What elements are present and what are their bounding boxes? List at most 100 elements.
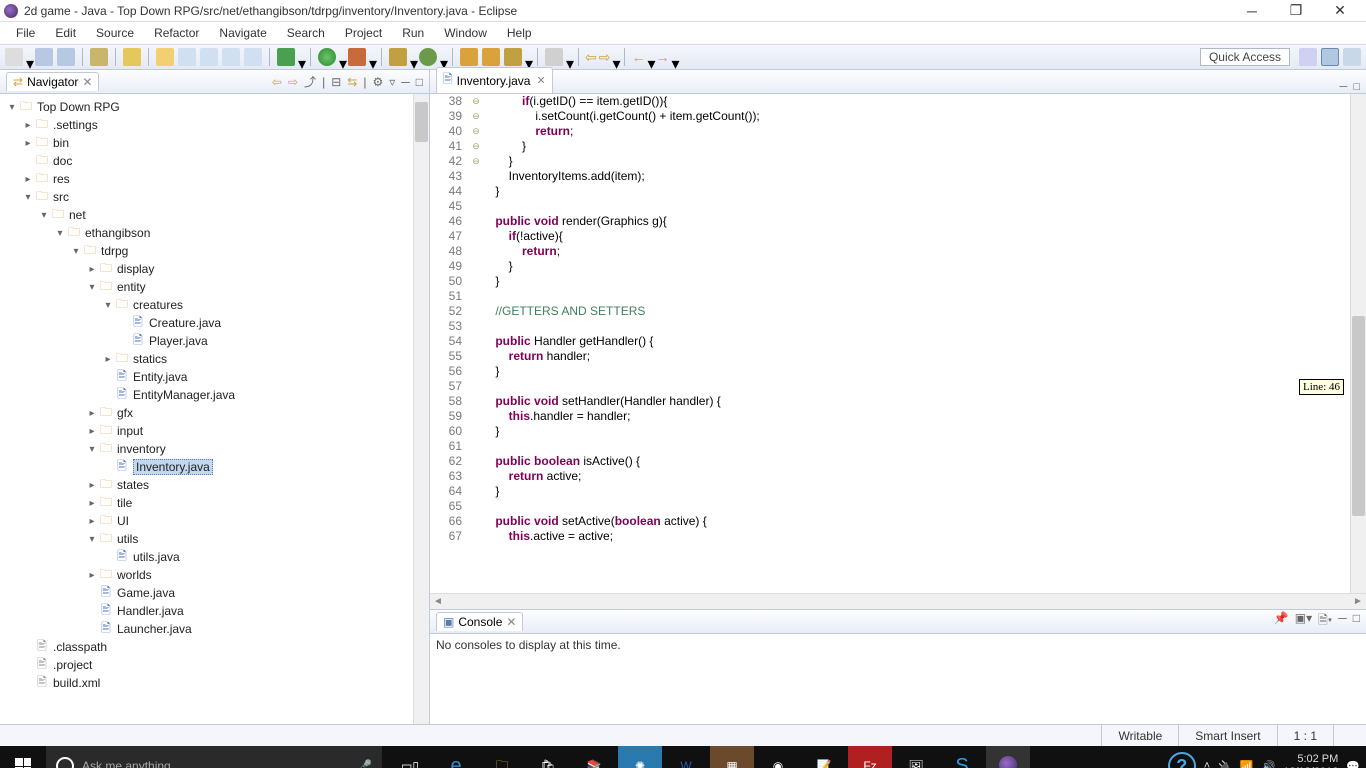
tree-player-java[interactable]: Player.java xyxy=(149,334,208,348)
edge-icon[interactable]: e xyxy=(434,746,478,768)
tree-gfx[interactable]: gfx xyxy=(117,406,133,420)
editor-min-icon[interactable]: ─ xyxy=(1340,81,1348,93)
ext-tools-icon[interactable] xyxy=(348,48,366,66)
menu-navigate[interactable]: Navigate xyxy=(209,26,276,40)
tree-project-file[interactable]: .project xyxy=(53,658,92,672)
filezilla-icon[interactable]: Fz xyxy=(848,746,892,768)
run-icon[interactable] xyxy=(318,48,336,66)
quick-access[interactable]: Quick Access xyxy=(1200,48,1290,66)
tree-inventory-java[interactable]: Inventory.java xyxy=(133,459,213,475)
tree-doc[interactable]: doc xyxy=(53,154,72,168)
tool-icon[interactable] xyxy=(90,48,108,66)
app2-icon[interactable]: 🖼 xyxy=(894,746,938,768)
editor-max-icon[interactable]: □ xyxy=(1353,81,1360,93)
editor-hscrollbar[interactable]: ◄► xyxy=(430,593,1366,609)
fold-margin[interactable]: ⊖ ⊖ ⊖ ⊖ ⊖ xyxy=(470,94,482,593)
menu-edit[interactable]: Edit xyxy=(45,26,86,40)
debug-perspective-icon[interactable] xyxy=(1343,48,1361,66)
menu-search[interactable]: Search xyxy=(277,26,335,40)
notepad-icon[interactable]: 📝 xyxy=(802,746,846,768)
search-icon[interactable] xyxy=(545,48,563,66)
tree-src[interactable]: src xyxy=(53,190,69,204)
tool2-icon[interactable] xyxy=(504,48,522,66)
close-button[interactable]: ✕ xyxy=(1318,0,1362,22)
filter-icon[interactable]: ⚙ xyxy=(372,75,383,89)
tray-wifi-icon[interactable]: 📶 xyxy=(1240,760,1254,768)
tree-worlds[interactable]: worlds xyxy=(117,568,152,582)
menu-icon[interactable]: ▿ xyxy=(389,75,395,89)
save-icon[interactable] xyxy=(35,48,53,66)
tree-project[interactable]: Top Down RPG xyxy=(37,100,120,114)
tree-states[interactable]: states xyxy=(117,478,149,492)
editor-tab-inventory[interactable]: 🖹 Inventory.java ✕ xyxy=(436,67,553,93)
tree-utils[interactable]: utils xyxy=(117,532,138,546)
tree-statics[interactable]: statics xyxy=(133,352,167,366)
mic-icon[interactable]: 🎤 xyxy=(357,759,372,768)
tree-scrollbar[interactable] xyxy=(413,94,429,724)
minecraft-icon[interactable]: ▦ xyxy=(710,746,754,768)
tray-up-icon[interactable]: ˄ xyxy=(1204,760,1210,768)
doc-icon[interactable] xyxy=(178,48,196,66)
debug-icon[interactable] xyxy=(277,48,295,66)
close-console-icon[interactable]: ✕ xyxy=(506,615,516,629)
tree-handler-java[interactable]: Handler.java xyxy=(117,604,184,618)
file-explorer-icon[interactable]: 🗀 xyxy=(480,746,524,768)
tree-bin[interactable]: bin xyxy=(53,136,69,150)
tree-entity-java[interactable]: Entity.java xyxy=(133,370,187,384)
folder1-icon[interactable] xyxy=(460,48,478,66)
tree-net[interactable]: net xyxy=(69,208,86,222)
tree-input[interactable]: input xyxy=(117,424,143,438)
collapse-icon[interactable]: ⊟ xyxy=(331,75,341,89)
console-display-icon[interactable]: ▣▾ xyxy=(1295,611,1312,632)
help-icon[interactable]: ? xyxy=(1168,752,1196,768)
link-icon[interactable]: ⇆ xyxy=(347,75,357,89)
navigator-tab[interactable]: ⇄ Navigator ✕ xyxy=(6,72,99,91)
tray-power-icon[interactable]: 🔌 xyxy=(1218,760,1232,768)
tree-tdrpg[interactable]: tdrpg xyxy=(101,244,128,258)
code-content[interactable]: if(i.getID() == item.getID()){ i.setCoun… xyxy=(482,94,1350,593)
tree-game-java[interactable]: Game.java xyxy=(117,586,175,600)
menu-run[interactable]: Run xyxy=(392,26,434,40)
tree-classpath[interactable]: .classpath xyxy=(53,640,107,654)
console-max-icon[interactable]: □ xyxy=(1353,611,1360,632)
doc3-icon[interactable] xyxy=(222,48,240,66)
close-tab-icon[interactable]: ✕ xyxy=(82,75,92,89)
tree-build-xml[interactable]: build.xml xyxy=(53,676,100,690)
editor-body[interactable]: 3839404142434445464748495051525354555657… xyxy=(430,94,1366,593)
menu-file[interactable]: File xyxy=(6,26,45,40)
close-editor-icon[interactable]: ✕ xyxy=(536,74,545,87)
max-icon[interactable]: □ xyxy=(416,75,423,89)
brush-icon[interactable] xyxy=(156,48,174,66)
doc4-icon[interactable] xyxy=(244,48,262,66)
save-all-icon[interactable] xyxy=(57,48,75,66)
winrar-icon[interactable]: 📚 xyxy=(572,746,616,768)
console-min-icon[interactable]: ─ xyxy=(1338,611,1347,632)
clock[interactable]: 5:02 PM 12/13/2016 xyxy=(1283,753,1338,768)
nav-fwd-icon[interactable]: ⇨ xyxy=(599,49,611,66)
tree-launcher-java[interactable]: Launcher.java xyxy=(117,622,192,636)
console-new-icon[interactable]: 🗎▾ xyxy=(1318,611,1332,632)
doc2-icon[interactable] xyxy=(200,48,218,66)
new-icon[interactable] xyxy=(5,48,23,66)
project-tree[interactable]: ▾🗀Top Down RPG ▸🗀.settings ▸🗀bin 🗀doc ▸🗀… xyxy=(0,94,429,724)
tree-utils-java[interactable]: utils.java xyxy=(133,550,180,564)
back-icon[interactable]: ← xyxy=(631,49,645,65)
tree-entity[interactable]: entity xyxy=(117,280,146,294)
folder2-icon[interactable] xyxy=(482,48,500,66)
tree-ui[interactable]: UI xyxy=(117,514,129,528)
type-icon[interactable] xyxy=(419,48,437,66)
tree-inventory[interactable]: inventory xyxy=(117,442,166,456)
java-perspective-icon[interactable] xyxy=(1321,48,1339,66)
tree-res[interactable]: res xyxy=(53,172,70,186)
minimize-button[interactable]: ─ xyxy=(1230,0,1274,22)
tree-tile[interactable]: tile xyxy=(117,496,132,510)
start-button[interactable] xyxy=(0,758,46,768)
min-icon[interactable]: ─ xyxy=(401,75,410,89)
eclipse-app-icon[interactable] xyxy=(986,746,1030,768)
tree-display[interactable]: display xyxy=(117,262,154,276)
store-icon[interactable]: 🛍 xyxy=(526,746,570,768)
tree-settings[interactable]: .settings xyxy=(53,118,98,132)
skype-icon[interactable]: S xyxy=(940,746,984,768)
menu-window[interactable]: Window xyxy=(434,26,497,40)
app1-icon[interactable]: ✺ xyxy=(618,746,662,768)
